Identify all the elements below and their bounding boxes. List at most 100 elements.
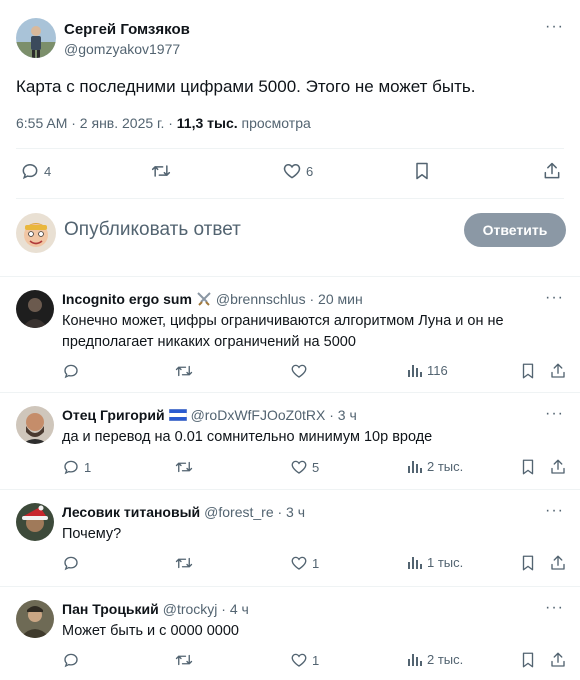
reply-avatar[interactable] [16,600,54,638]
reply-header: Incognito ergo sum @brennschlus · 20 мин [62,291,363,307]
share-button[interactable] [549,362,567,380]
share-icon [544,162,560,179]
like-count: 1 [312,555,320,571]
bookmark-button[interactable] [520,554,536,572]
share-button[interactable] [549,651,567,669]
retweet-icon [175,654,193,666]
reply-icon [64,556,78,571]
like-count: 6 [306,163,314,179]
heart-icon [283,163,301,179]
heart-icon [291,460,307,474]
reply-icon [64,460,78,475]
bookmark-button[interactable] [413,161,431,181]
reply-text: да и перевод на 0.01 сомнительно минимум… [62,429,433,445]
retweet-button[interactable] [150,161,176,181]
reply-tweet[interactable]: Отец Григорий @roDxWfFJOoZ0tRX · 3 ч ···… [0,393,580,489]
more-options-icon[interactable]: ··· [545,405,564,423]
retweet-button[interactable] [174,651,194,669]
reply-icon [64,653,78,668]
reply-tweet[interactable]: Пан Троцький @trockyj · 4 ч ··· Может бы… [0,587,580,680]
retweet-button[interactable] [174,458,194,476]
retweet-button[interactable] [174,362,194,380]
heart-icon [291,364,307,378]
views-button[interactable]: 116 [407,362,448,378]
reply-text: Может быть и с 0000 0000 [62,623,239,639]
like-button[interactable]: 1 [290,554,319,572]
heart-icon [291,653,307,667]
reply-composer: Опубликовать ответ Ответить [0,200,580,276]
reply-button[interactable]: 1 [62,458,91,476]
flag-icon [168,409,187,421]
like-count: 1 [312,652,320,668]
author-avatar[interactable] [16,18,56,58]
reply-avatar[interactable] [16,406,54,444]
reply-author-name[interactable]: Отец Григорий [62,407,165,423]
reply-count: 1 [84,459,92,475]
share-icon [551,652,565,667]
more-options-icon[interactable]: ··· [545,289,564,307]
views-button[interactable]: 1 тыс. [407,554,463,570]
author-name[interactable]: Сергей Гомзяков [64,21,190,38]
bookmark-icon [416,162,428,180]
more-options-icon[interactable]: ··· [545,502,564,520]
retweet-icon [151,165,171,177]
share-button[interactable] [549,554,567,572]
reply-button[interactable] [62,362,84,380]
share-button[interactable] [549,458,567,476]
retweet-icon [175,461,193,473]
reply-submit-button[interactable]: Ответить [464,213,566,247]
more-options-icon[interactable]: ··· [545,599,564,617]
reply-author-handle[interactable]: @trockyj · 4 ч [163,601,249,617]
retweet-button[interactable] [174,554,194,572]
reply-input[interactable]: Опубликовать ответ [64,219,241,241]
bookmark-button[interactable] [520,362,536,380]
like-button[interactable]: 1 [290,651,319,669]
tweet-timestamp[interactable]: 6:55 AM · 2 янв. 2025 г. · [16,115,177,131]
reply-actions: 1 2 тыс. [0,651,580,675]
tweet-actions: 4 6 [0,161,580,185]
reply-button[interactable] [62,651,84,669]
reply-actions: 1 5 2 тыс. [0,458,580,482]
reply-author-handle[interactable]: @roDxWfFJOoZ0tRX · 3 ч [191,407,357,423]
views-button[interactable]: 2 тыс. [407,651,463,667]
reply-tweet[interactable]: Лесовик титановый @forest_re · 3 ч ··· П… [0,490,580,586]
reply-author-name[interactable]: Лесовик титановый [62,504,200,520]
reply-actions: 1 1 тыс. [0,554,580,578]
reply-header: Лесовик титановый @forest_re · 3 ч [62,504,305,520]
like-button[interactable] [290,362,312,380]
views-chart-icon [408,365,422,377]
divider [16,148,564,149]
more-options-icon[interactable]: ··· [545,18,564,36]
reply-actions: 116 [0,362,580,386]
reply-tweet[interactable]: Incognito ergo sum @brennschlus · 20 мин… [0,277,580,391]
reply-header: Пан Троцький @trockyj · 4 ч [62,601,249,617]
views-chart-icon [408,461,422,473]
reply-avatar[interactable] [16,290,54,328]
share-icon [551,555,565,570]
bookmark-button[interactable] [520,458,536,476]
tweet-meta: 6:55 AM · 2 янв. 2025 г. · 11,3 тыс. про… [16,115,311,131]
reply-author-handle[interactable]: @brennschlus · 20 мин [216,291,363,307]
author-handle[interactable]: @gomzyakov1977 [64,41,180,57]
like-button[interactable]: 6 [282,161,313,181]
bookmark-button[interactable] [520,651,536,669]
reply-avatar[interactable] [16,503,54,541]
like-button[interactable]: 5 [290,458,319,476]
reply-button[interactable]: 4 [20,161,51,181]
reply-icon [64,364,78,379]
crossed-swords-icon [196,291,212,307]
views-count: 2 тыс. [427,651,464,667]
reply-author-name[interactable]: Incognito ergo sum [62,291,192,307]
views-label: просмотра [237,115,311,131]
like-count: 5 [312,459,320,475]
reply-author-handle[interactable]: @forest_re · 3 ч [204,504,305,520]
share-icon [551,363,565,378]
views-button[interactable]: 2 тыс. [407,458,463,474]
reply-button[interactable] [62,554,84,572]
reply-author-name[interactable]: Пан Троцький [62,601,159,617]
retweet-icon [175,365,193,377]
bookmark-icon [522,652,534,668]
bookmark-icon [522,363,534,379]
retweet-icon [175,557,193,569]
share-button[interactable] [542,161,562,181]
